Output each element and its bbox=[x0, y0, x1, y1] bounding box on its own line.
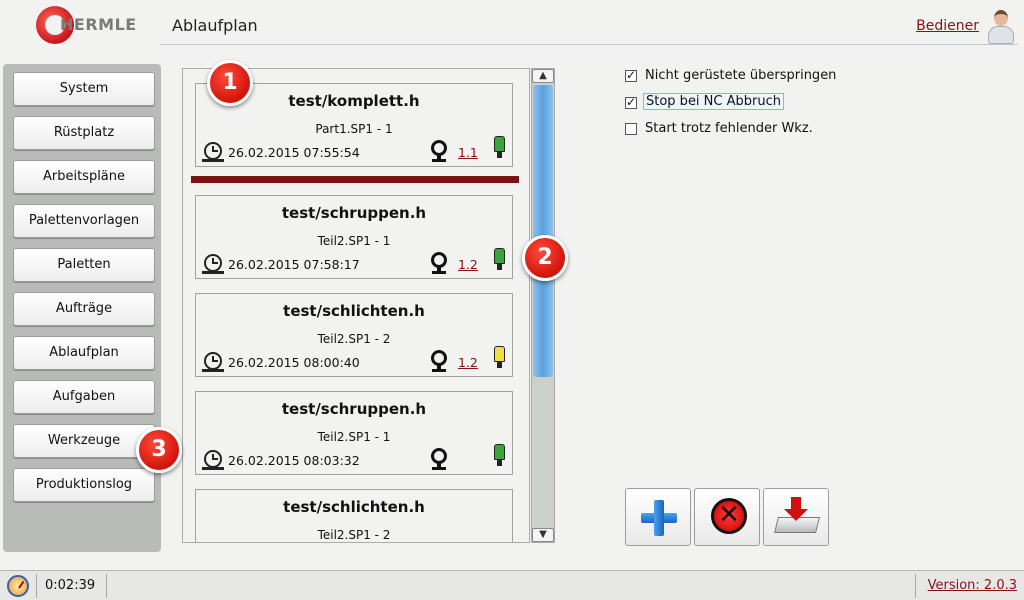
status-bar: 0:02:39 Version: 2.0.3 bbox=[0, 570, 1024, 600]
sidebar-item-palettenvorlagen[interactable]: Palettenvorlagen bbox=[13, 204, 155, 238]
sidebar-item-ruestplatz[interactable]: Rüstplatz bbox=[13, 116, 155, 150]
version-link[interactable]: Version: 2.0.3 bbox=[928, 578, 1017, 593]
unload-button[interactable] bbox=[763, 488, 829, 546]
add-button[interactable] bbox=[625, 488, 691, 546]
job-title: test/schruppen.h bbox=[281, 400, 427, 418]
location-pin-icon bbox=[430, 252, 448, 274]
user-avatar-icon[interactable] bbox=[986, 8, 1016, 46]
job-datetime: 26.02.2015 08:03:32 bbox=[228, 453, 360, 468]
job-list-scrollbar[interactable]: ▲ ▼ bbox=[531, 68, 555, 543]
job-title: test/schlichten.h bbox=[283, 302, 425, 320]
callout-2: 2 bbox=[522, 235, 568, 281]
job-title: test/schlichten.h bbox=[283, 498, 425, 516]
job-ref-link[interactable]: 1.2 bbox=[458, 355, 478, 370]
elapsed-time: 0:02:39 bbox=[45, 578, 96, 593]
job-card[interactable]: test/schlichten.h Teil2.SP1 - 2 bbox=[195, 489, 513, 542]
checkbox[interactable] bbox=[625, 123, 637, 135]
clock-icon bbox=[204, 352, 222, 370]
job-ref-link[interactable]: 1.2 bbox=[458, 257, 478, 272]
job-card[interactable]: test/schruppen.h Teil2.SP1 - 1 26.02.201… bbox=[195, 391, 513, 475]
location-pin-icon bbox=[430, 350, 448, 372]
job-subtitle: Part1.SP1 - 1 bbox=[315, 122, 393, 136]
job-card[interactable]: test/schruppen.h Teil2.SP1 - 1 26.02.201… bbox=[195, 195, 513, 279]
clock-icon bbox=[7, 575, 29, 597]
status-marker-icon bbox=[494, 136, 505, 160]
sidebar-item-ablaufplan[interactable]: Ablaufplan bbox=[13, 336, 155, 370]
logo-text: HERMLE bbox=[60, 15, 137, 34]
location-pin-icon bbox=[430, 140, 448, 162]
option-label: Nicht gerüstete überspringen bbox=[645, 68, 837, 83]
callout-3: 3 bbox=[136, 427, 182, 473]
job-title: test/schruppen.h bbox=[281, 204, 427, 222]
sidebar-item-arbeitsplaene[interactable]: Arbeitspläne bbox=[13, 160, 155, 194]
job-subtitle: Teil2.SP1 - 2 bbox=[317, 528, 391, 542]
checkbox[interactable] bbox=[625, 68, 637, 82]
header-divider bbox=[160, 44, 1018, 45]
clock-icon bbox=[204, 142, 222, 160]
clock-icon bbox=[204, 254, 222, 272]
job-datetime: 26.02.2015 08:00:40 bbox=[228, 355, 360, 370]
sidebar: System Rüstplatz Arbeitspläne Palettenvo… bbox=[3, 64, 161, 552]
job-list[interactable]: test/komplett.h Part1.SP1 - 1 26.02.2015… bbox=[182, 68, 530, 543]
sidebar-item-werkzeuge[interactable]: Werkzeuge bbox=[13, 424, 155, 458]
checkbox[interactable] bbox=[625, 95, 637, 109]
user-link[interactable]: Bediener bbox=[916, 18, 979, 34]
active-job-divider bbox=[191, 176, 519, 183]
status-marker-icon bbox=[494, 248, 505, 272]
job-ref-link[interactable]: 1.1 bbox=[458, 145, 478, 160]
option-label: Stop bei NC Abbruch bbox=[643, 93, 784, 110]
page-title: Ablaufplan bbox=[172, 16, 258, 35]
sidebar-item-paletten[interactable]: Paletten bbox=[13, 248, 155, 282]
clock-icon bbox=[204, 450, 222, 468]
job-subtitle: Teil2.SP1 - 2 bbox=[317, 332, 391, 346]
job-subtitle: Teil2.SP1 - 1 bbox=[317, 234, 391, 248]
job-datetime: 26.02.2015 07:58:17 bbox=[228, 257, 360, 272]
sidebar-item-system[interactable]: System bbox=[13, 72, 155, 106]
status-marker-icon bbox=[494, 444, 505, 468]
scroll-thumb[interactable] bbox=[533, 85, 553, 377]
callout-1: 1 bbox=[207, 60, 253, 106]
cancel-button[interactable]: ✕ bbox=[694, 488, 760, 546]
location-pin-icon bbox=[430, 448, 448, 470]
scroll-up-button[interactable]: ▲ bbox=[532, 69, 554, 83]
sidebar-item-auftraege[interactable]: Aufträge bbox=[13, 292, 155, 326]
sidebar-item-produktionslog[interactable]: Produktionslog bbox=[13, 468, 155, 502]
hermle-logo: HERMLE bbox=[36, 6, 136, 44]
sidebar-item-aufgaben[interactable]: Aufgaben bbox=[13, 380, 155, 414]
job-subtitle: Teil2.SP1 - 1 bbox=[317, 430, 391, 444]
cancel-icon: ✕ bbox=[711, 498, 747, 534]
job-datetime: 26.02.2015 07:55:54 bbox=[228, 145, 360, 160]
status-marker-icon bbox=[494, 346, 505, 370]
scroll-down-button[interactable]: ▼ bbox=[532, 528, 554, 542]
option-label: Start trotz fehlender Wkz. bbox=[645, 121, 813, 136]
job-card[interactable]: test/schlichten.h Teil2.SP1 - 2 26.02.20… bbox=[195, 293, 513, 377]
